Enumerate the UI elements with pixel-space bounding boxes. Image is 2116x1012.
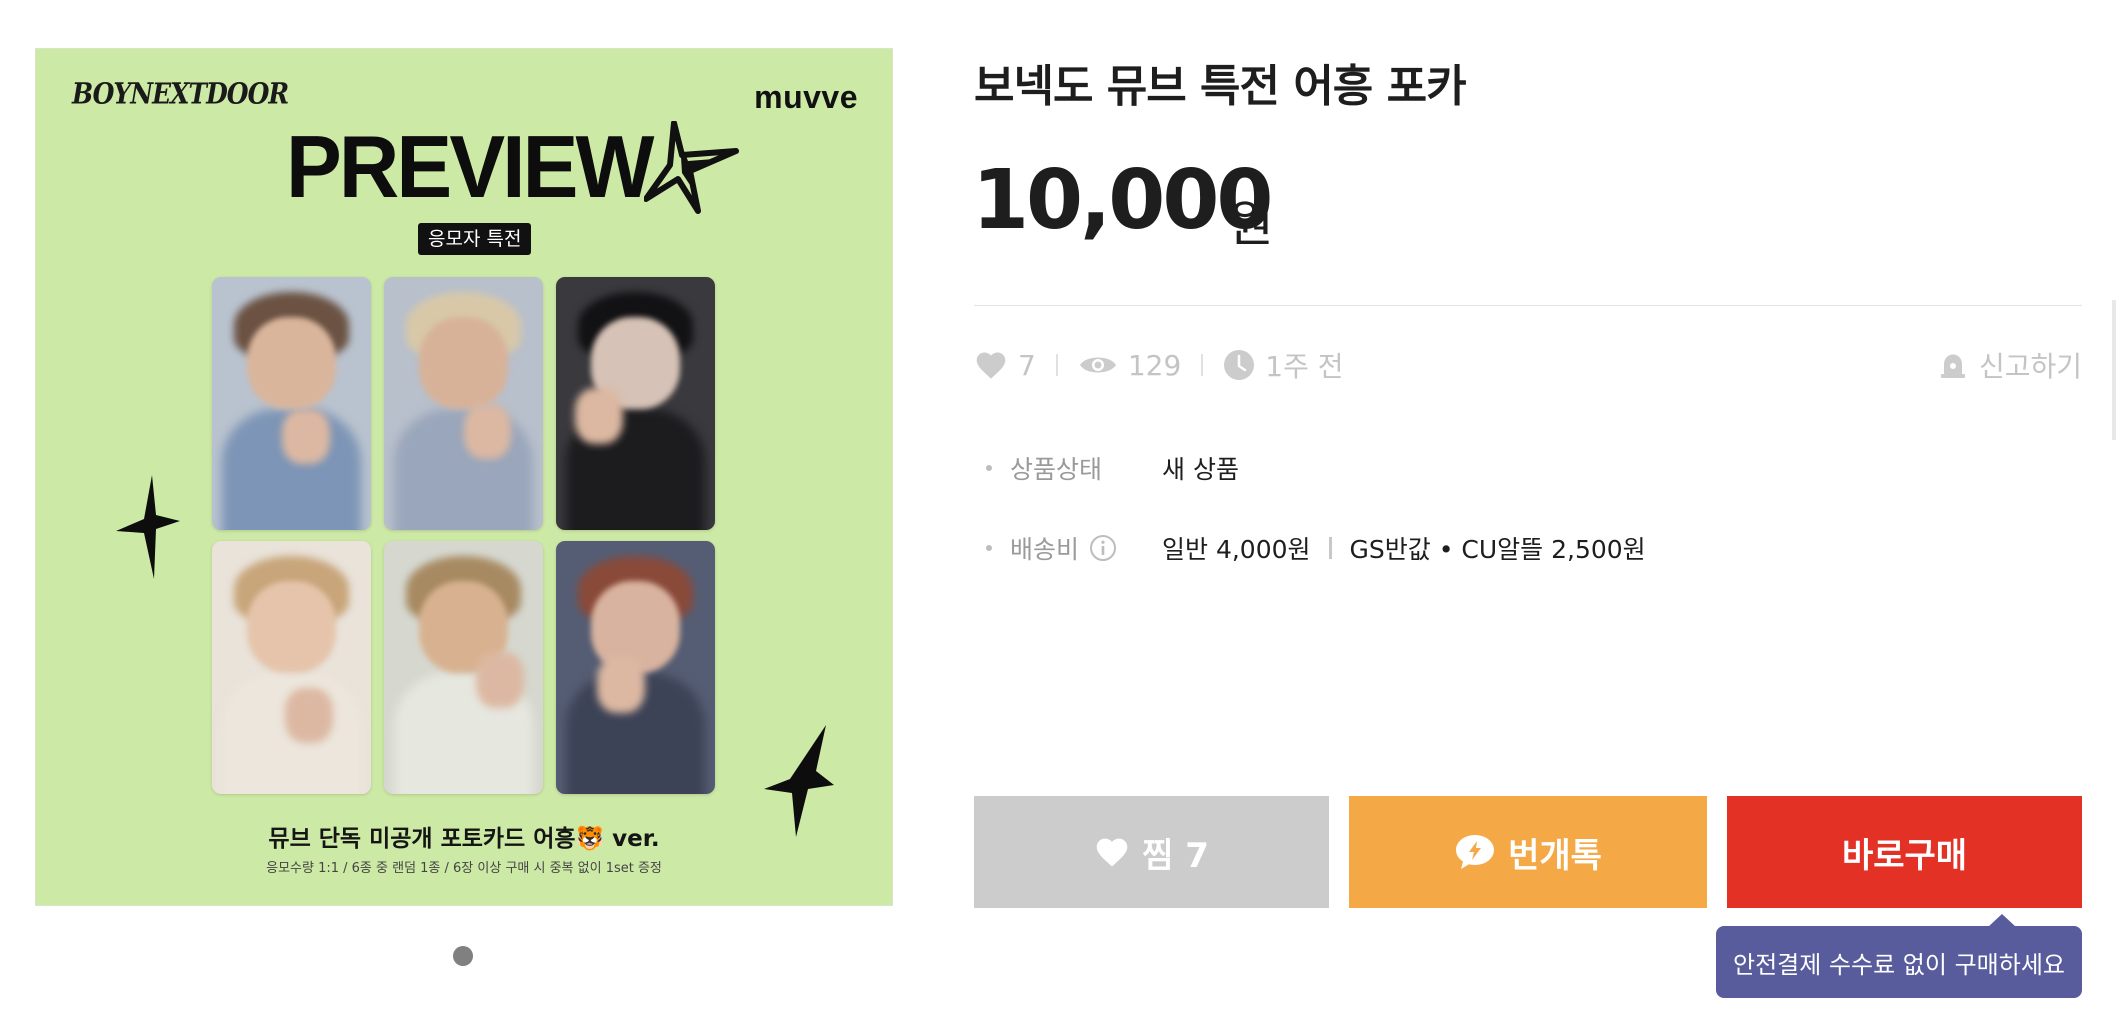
photocard xyxy=(384,541,543,794)
brand-logo-muvve: muvve xyxy=(754,79,858,115)
star-decoration-icon xyxy=(116,475,180,579)
siren-icon xyxy=(1940,354,1965,378)
stat-separator xyxy=(1055,354,1058,376)
condition-row: 상품상태 새 상품 xyxy=(986,450,1239,486)
product-stats: 7 129 1주 전 xyxy=(974,345,1344,385)
time-posted: 1주 전 xyxy=(1265,350,1344,383)
bullet xyxy=(986,545,992,551)
photocard-grid xyxy=(212,277,716,801)
time-stat: 1주 전 xyxy=(1223,345,1344,385)
photocard xyxy=(384,277,543,530)
likes-count: 7 xyxy=(1018,348,1036,382)
buy-now-label: 바로구매 xyxy=(1841,835,1968,876)
image-subcaption: 응모수량 1:1 / 6종 중 랜덤 1종 / 6장 이상 구매 시 중복 없이… xyxy=(266,861,662,876)
preview-headline: PREVIEW xyxy=(286,117,654,216)
product-title: 보넥도 뮤브 특전 어흥 포카 xyxy=(974,61,1467,112)
shipping-convenience: GS반값 • CU알뜰 2,500원 xyxy=(1349,535,1646,564)
like-button[interactable]: 찜 7 xyxy=(974,796,1329,908)
views-count: 129 xyxy=(1127,348,1182,382)
chat-bubble-icon xyxy=(1456,835,1495,869)
brand-logo-boynextdoor: BOYNEXTDOOR xyxy=(72,76,289,111)
photocard xyxy=(212,277,371,530)
eye-icon xyxy=(1079,357,1116,373)
divider xyxy=(974,305,2082,306)
report-button[interactable]: 신고하기 xyxy=(1939,345,2082,385)
condition-value: 새 상품 xyxy=(1162,455,1239,484)
like-button-label: 찜 7 xyxy=(1142,835,1209,876)
condition-label: 상품상태 xyxy=(1010,455,1103,484)
scrollbar-edge xyxy=(2112,300,2116,440)
info-icon[interactable] xyxy=(1089,534,1117,562)
clock-icon xyxy=(1224,350,1255,380)
views-stat: 129 xyxy=(1078,349,1181,382)
bungae-talk-label: 번개톡 xyxy=(1508,835,1602,876)
photocard xyxy=(556,541,715,794)
image-caption: 뮤브 단독 미공개 포토카드 어흥🐯 ver. xyxy=(268,826,660,852)
bungae-talk-button[interactable]: 번개톡 xyxy=(1349,796,1707,908)
shipping-separator xyxy=(1328,537,1332,559)
carousel-indicator-dot[interactable] xyxy=(453,946,473,966)
sparkle-star-icon xyxy=(644,121,739,214)
photocard xyxy=(212,541,371,794)
shipping-label: 배송비 xyxy=(1010,535,1080,564)
report-label: 신고하기 xyxy=(1978,350,2082,383)
heart-icon xyxy=(976,352,1006,379)
shipping-normal: 일반 4,000원 xyxy=(1162,535,1311,564)
heart-icon xyxy=(1096,838,1128,867)
applicant-bonus-badge: 응모자 특전 xyxy=(418,223,532,255)
buy-now-button[interactable]: 바로구매 xyxy=(1727,796,2082,908)
bullet xyxy=(986,465,992,471)
tooltip-text: 안전결제 수수료 없이 구매하세요 xyxy=(1732,950,2065,979)
product-image[interactable]: BOYNEXTDOOR muvve PREVIEW 응모자 특전 뮤브 단독 미… xyxy=(35,48,893,906)
price-unit: 원 xyxy=(1228,195,1274,253)
shipping-label-group: 배송비 xyxy=(1010,530,1162,566)
likes-stat: 7 xyxy=(974,349,1036,382)
safe-payment-tooltip: 안전결제 수수료 없이 구매하세요 xyxy=(1716,926,2082,998)
photocard xyxy=(556,277,715,530)
shipping-row: 배송비 일반 4,000원 GS반값 • CU알뜰 2,500원 xyxy=(986,530,1646,566)
stat-separator xyxy=(1201,354,1204,376)
product-price: 10,000 xyxy=(972,153,1273,248)
